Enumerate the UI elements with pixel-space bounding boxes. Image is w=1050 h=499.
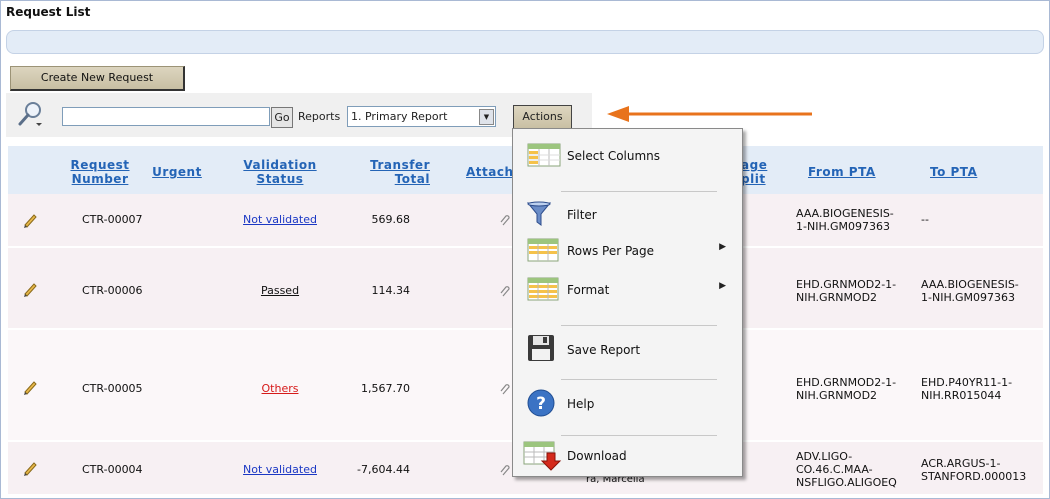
menu-item-rows-per-page[interactable]: Rows Per Page ▶ [513, 233, 742, 263]
reports-select[interactable]: 1. Primary Report ▼ [347, 106, 496, 127]
region-header-bar [6, 30, 1044, 54]
search-icon[interactable] [16, 100, 46, 128]
region-title: Request List [6, 5, 91, 19]
pencil-icon[interactable] [22, 281, 38, 297]
from-pta: AAA.BIOGENESIS- 1-NIH.GM097363 [796, 207, 894, 233]
submenu-arrow-icon: ▶ [719, 281, 726, 291]
transfer-total: -7,604.44 [357, 463, 410, 476]
validation-status-link[interactable]: Not validated [243, 463, 317, 476]
pencil-icon[interactable] [22, 379, 38, 395]
menu-separator [561, 325, 717, 326]
paperclip-icon[interactable] [500, 383, 510, 395]
column-header-percentage-split[interactable]: age plit [741, 158, 781, 186]
menu-item-download[interactable]: Download [513, 441, 742, 471]
menu-item-save-report[interactable]: Save Report [513, 333, 742, 363]
column-header-from-pta[interactable]: From PTA [808, 165, 878, 179]
menu-item-format[interactable]: Format ▶ [513, 273, 742, 303]
column-header-request-number[interactable]: Request Number [70, 158, 130, 186]
pencil-icon[interactable] [22, 460, 38, 476]
annotation-arrow [607, 106, 812, 122]
validation-status-link[interactable]: Not validated [243, 213, 317, 226]
chevron-down-icon[interactable]: ▼ [479, 109, 494, 125]
create-new-request-button[interactable]: Create New Request [10, 66, 185, 91]
rows-per-page-icon [527, 238, 559, 262]
transfer-total: 1,567.70 [361, 382, 410, 395]
column-header-urgent[interactable]: Urgent [152, 165, 202, 179]
to-pta: EHD.P40YR11-1- NIH.RR015044 [921, 376, 1013, 402]
menu-item-help[interactable]: ? Help [513, 387, 742, 417]
column-header-validation-status[interactable]: Validation Status [240, 158, 320, 186]
actions-button[interactable]: Actions [513, 105, 572, 129]
request-number: CTR-00005 [82, 382, 143, 395]
save-icon [528, 335, 554, 361]
validation-status-link[interactable]: Others [262, 382, 299, 395]
actions-menu: Select Columns Filter Rows Per Page ▶ Fo… [512, 128, 743, 477]
column-header-transfer-total[interactable]: Transfer Total [340, 158, 430, 186]
menu-item-select-columns[interactable]: Select Columns [513, 141, 742, 171]
submenu-arrow-icon: ▶ [719, 242, 726, 252]
column-header-attach[interactable]: Attach [466, 165, 513, 179]
from-pta: EHD.GRNMOD2-1- NIH.GRNMOD2 [796, 376, 897, 402]
search-input[interactable] [62, 107, 270, 126]
download-icon [523, 441, 562, 471]
menu-item-filter[interactable]: Filter [513, 199, 742, 229]
reports-selected-value: 1. Primary Report [351, 110, 448, 123]
paperclip-icon[interactable] [500, 285, 510, 297]
menu-separator [561, 435, 717, 436]
select-columns-icon [527, 143, 561, 167]
pencil-icon[interactable] [22, 212, 38, 228]
menu-separator [561, 379, 717, 380]
from-pta: ADV.LIGO- CO.46.C.MAA- NSFLIGO.ALIGOEQ [796, 450, 897, 489]
svg-text:?: ? [536, 394, 546, 414]
go-button[interactable]: Go [271, 107, 293, 128]
request-number: CTR-00006 [82, 284, 143, 297]
validation-status-link[interactable]: Passed [261, 284, 299, 297]
paperclip-icon[interactable] [500, 214, 510, 226]
menu-separator [561, 191, 717, 192]
format-icon [527, 277, 559, 301]
from-pta: EHD.GRNMOD2-1- NIH.GRNMOD2 [796, 278, 897, 304]
reports-label: Reports [298, 110, 341, 123]
paperclip-icon[interactable] [500, 464, 510, 476]
request-number: CTR-00004 [82, 463, 143, 476]
to-pta: AAA.BIOGENESIS- 1-NIH.GM097363 [921, 278, 1019, 304]
request-number: CTR-00007 [82, 213, 143, 226]
filter-icon [527, 201, 551, 226]
transfer-total: 569.68 [371, 213, 411, 226]
help-icon: ? [527, 389, 555, 417]
transfer-total: 114.34 [371, 284, 411, 297]
to-pta: ACR.ARGUS-1- STANFORD.000013 [921, 457, 1027, 483]
to-pta: -- [921, 213, 929, 226]
column-header-to-pta[interactable]: To PTA [930, 165, 990, 179]
